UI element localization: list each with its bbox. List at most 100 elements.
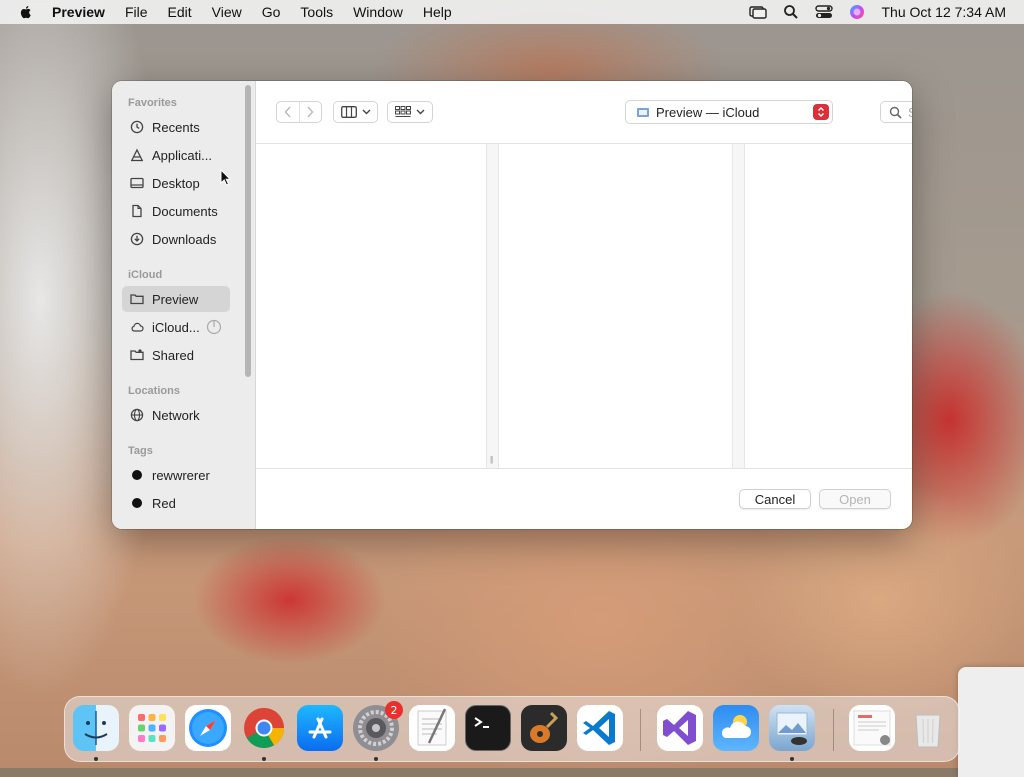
file-browser-columns: || <box>256 144 912 469</box>
back-button[interactable] <box>277 106 299 118</box>
dialog-toolbar: Preview — iCloud <box>256 81 912 144</box>
dock-separator <box>640 709 641 751</box>
siri-icon[interactable] <box>849 4 865 20</box>
chevron-down-icon <box>362 109 370 115</box>
search-icon <box>889 106 902 119</box>
search-field[interactable] <box>880 101 912 123</box>
open-button[interactable]: Open <box>819 489 891 509</box>
menu-view[interactable]: View <box>212 4 242 20</box>
menu-app-name[interactable]: Preview <box>52 4 105 20</box>
browser-column-1[interactable] <box>256 144 486 468</box>
menu-help[interactable]: Help <box>423 4 452 20</box>
search-input[interactable] <box>908 104 912 120</box>
menu-tools[interactable]: Tools <box>300 4 333 20</box>
download-icon <box>130 232 144 246</box>
location-label: Preview — iCloud <box>656 104 760 120</box>
open-file-dialog: Favorites Recents Applicati... Desktop D… <box>112 81 912 529</box>
screen-mirroring-icon[interactable] <box>749 4 768 20</box>
sidebar-item-label: Preview <box>152 291 199 307</box>
sidebar-item-tag-red[interactable]: Red <box>122 490 230 516</box>
tag-dot-icon <box>132 498 142 508</box>
sidebar-item-label: Applicati... <box>152 147 212 163</box>
weather-icon[interactable] <box>713 705 759 751</box>
menu-edit[interactable]: Edit <box>168 4 192 20</box>
sidebar-scrollbar[interactable] <box>245 85 251 377</box>
running-indicator <box>94 757 98 761</box>
sidebar-section-tags: Tags <box>128 445 153 457</box>
menu-clock[interactable]: Thu Oct 12 7:34 AM <box>881 4 1006 20</box>
forward-button[interactable] <box>300 106 322 118</box>
popup-arrows-icon <box>813 104 829 120</box>
vscode-icon[interactable] <box>577 705 623 751</box>
chevron-down-icon <box>416 109 425 115</box>
running-indicator <box>790 757 794 761</box>
browser-column-3[interactable] <box>745 144 912 468</box>
launchpad-icon[interactable] <box>129 705 175 751</box>
browser-column-2[interactable] <box>499 144 732 468</box>
terminal-icon[interactable] <box>465 705 511 751</box>
preview-icon[interactable] <box>769 705 815 751</box>
folder-icon <box>130 292 144 306</box>
finder-icon[interactable] <box>73 705 119 751</box>
sidebar-item-applications[interactable]: Applicati... <box>122 142 230 168</box>
clock-icon <box>130 120 144 134</box>
mouse-pointer-icon <box>220 169 232 186</box>
sidebar: Favorites Recents Applicati... Desktop D… <box>112 81 256 529</box>
chevron-left-icon <box>284 106 291 118</box>
column-resize-handle[interactable]: || <box>486 144 499 468</box>
location-popup[interactable]: Preview — iCloud <box>625 100 833 124</box>
sidebar-item-label: Shared <box>152 347 194 363</box>
document-icon <box>130 204 144 218</box>
menu-window[interactable]: Window <box>353 4 403 20</box>
menu-bar: Preview File Edit View Go Tools Window H… <box>0 0 1024 24</box>
apple-logo-icon[interactable] <box>18 4 34 20</box>
chrome-icon[interactable] <box>241 705 287 751</box>
sidebar-item-network[interactable]: Network <box>122 402 230 428</box>
tag-dot-icon <box>132 470 142 480</box>
sidebar-item-documents[interactable]: Documents <box>122 198 230 224</box>
sidebar-item-label: iCloud... <box>152 319 200 335</box>
sidebar-item-tag-rewwrerer[interactable]: rewwrerer <box>122 462 230 488</box>
columns-view-icon <box>340 106 357 118</box>
sidebar-section-locations: Locations <box>128 385 180 397</box>
safari-icon[interactable] <box>185 705 231 751</box>
app-store-icon[interactable] <box>297 705 343 751</box>
sidebar-item-label: Downloads <box>152 231 217 247</box>
sidebar-item-preview[interactable]: Preview <box>122 286 230 312</box>
textedit-icon[interactable] <box>409 705 455 751</box>
trash-icon[interactable] <box>905 705 951 751</box>
dock-separator <box>833 709 834 751</box>
chevron-right-icon <box>307 106 314 118</box>
sidebar-item-downloads[interactable]: Downloads <box>122 226 230 252</box>
menu-file[interactable]: File <box>125 4 148 20</box>
applications-icon <box>130 148 144 162</box>
sidebar-item-icloud-drive[interactable]: iCloud... <box>122 314 234 340</box>
running-indicator <box>262 757 266 761</box>
document-stack-icon[interactable] <box>849 705 895 751</box>
sidebar-item-label: Documents <box>152 203 218 219</box>
sidebar-item-label: Recents <box>152 119 200 135</box>
sidebar-section-icloud: iCloud <box>128 269 163 281</box>
spotlight-search-icon[interactable] <box>783 4 799 20</box>
sidebar-item-recents[interactable]: Recents <box>122 114 230 140</box>
column-resize-handle[interactable] <box>732 144 745 468</box>
running-indicator <box>374 757 378 761</box>
group-by-button[interactable] <box>387 101 433 123</box>
preview-folder-icon <box>637 108 649 117</box>
sidebar-item-label: Red <box>152 495 176 511</box>
control-center-icon[interactable] <box>815 4 834 20</box>
cloud-icon <box>130 320 144 334</box>
cancel-button[interactable]: Cancel <box>739 489 811 509</box>
shared-folder-icon <box>130 348 144 362</box>
sidebar-item-shared[interactable]: Shared <box>122 342 230 368</box>
background-window[interactable] <box>958 667 1024 777</box>
sidebar-item-label: rewwrerer <box>152 467 210 483</box>
view-mode-button[interactable] <box>333 101 378 123</box>
dock: 2 <box>64 696 960 762</box>
garageband-icon[interactable] <box>521 705 567 751</box>
menu-go[interactable]: Go <box>262 4 281 20</box>
sidebar-item-desktop[interactable]: Desktop <box>122 170 230 196</box>
grid-view-icon <box>395 106 411 117</box>
desktop-icon <box>130 176 144 190</box>
visual-studio-icon[interactable] <box>657 705 703 751</box>
